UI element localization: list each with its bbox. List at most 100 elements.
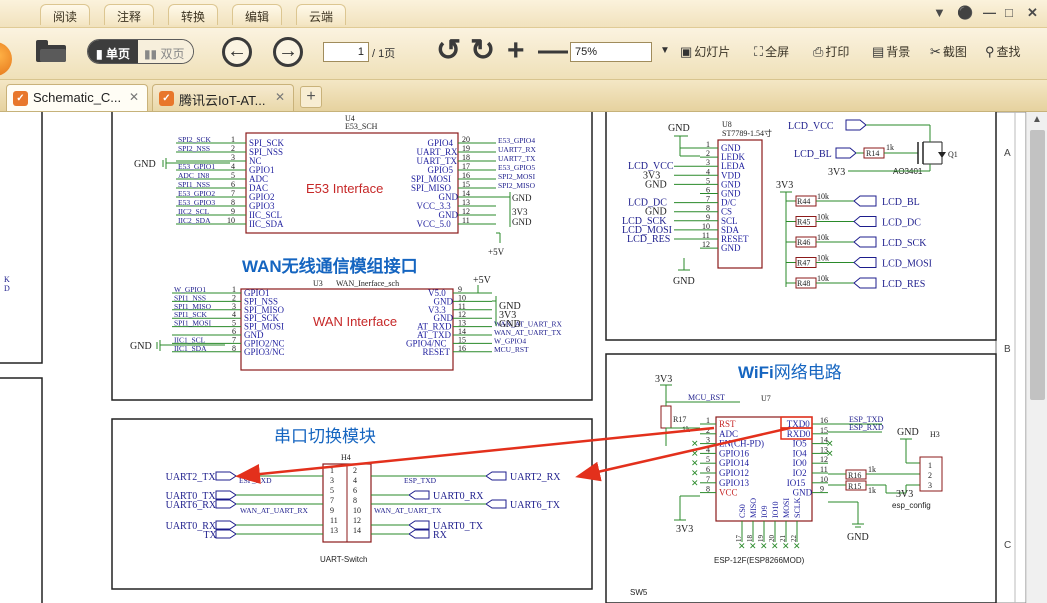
pin-number: 6: [231, 180, 235, 189]
esp-rxd-net: ESP_RXD: [849, 423, 884, 432]
zoom-select[interactable]: 75%: [570, 42, 652, 62]
net-label: ESP_RXD: [239, 476, 272, 485]
print-button[interactable]: ⎙ 打印: [813, 43, 849, 60]
double-page-button[interactable]: ▮▮ 双页: [137, 40, 193, 63]
slideshow-icon: ▣: [680, 44, 693, 59]
menu-convert[interactable]: 转换: [168, 4, 219, 25]
zoom-out-icon[interactable]: —: [538, 36, 568, 66]
pin-name: IO9: [760, 506, 769, 518]
no-connect-icon: ✕: [738, 541, 746, 551]
close-tab-icon[interactable]: ✕: [129, 90, 139, 104]
pin-name: IO0: [793, 458, 807, 468]
vertical-scrollbar[interactable]: ▲: [1026, 112, 1047, 603]
net-label: SPI2_MOSI: [498, 172, 536, 181]
pin-number: 3: [706, 158, 710, 167]
frame-letter-b: B: [1004, 344, 1011, 355]
port-label: LCD_SCK: [882, 238, 927, 249]
close-button[interactable]: ✕: [1027, 5, 1038, 21]
pin-number: 2: [353, 466, 357, 475]
pin-name: IO10: [771, 502, 780, 518]
close-tab-icon[interactable]: ✕: [275, 90, 285, 104]
pin-number: 6: [706, 186, 710, 195]
schematic-page: A B C K D U4 E53_SCH E53 Interface 1 SPI_…: [0, 112, 1026, 603]
no-connect-icon: ✕: [793, 541, 801, 551]
menu-read[interactable]: 阅读: [40, 4, 91, 25]
app-logo-icon[interactable]: [0, 42, 12, 76]
resistor-ref: R45: [797, 218, 810, 227]
menu-annotate[interactable]: 注释: [104, 4, 155, 25]
pin-number: 11: [462, 216, 470, 225]
open-folder-icon[interactable]: [36, 40, 66, 62]
left-partial-box: [0, 377, 43, 603]
net-label: SPI2_NSS: [178, 144, 210, 153]
pullup-supply: 3V3: [776, 180, 793, 191]
chevron-down-icon[interactable]: ▼: [660, 45, 670, 56]
net-label: WAN_AT_UART_TX: [374, 506, 442, 515]
port-symbol: [408, 529, 430, 539]
pin-name: IO4: [793, 448, 807, 458]
pullup-resistors: R44 10k LCD_BL R45 10k LCD_DC R46 10k LCD_SCK R47…: [786, 192, 932, 290]
document-view[interactable]: A B C K D U4 E53_SCH E53 Interface 1 SPI_…: [0, 112, 1026, 603]
background-label: 背景: [886, 45, 911, 59]
port-symbol: [853, 257, 877, 268]
single-page-button[interactable]: ▮ 单页: [88, 40, 138, 63]
net-label: E53_GPIO4: [498, 136, 535, 145]
scrollbar-thumb[interactable]: [1030, 130, 1045, 400]
r16-value: 1k: [868, 465, 876, 474]
zoom-in-icon[interactable]: +: [507, 36, 525, 66]
rotate-left-icon[interactable]: ↺: [436, 36, 461, 66]
net-label: GND: [499, 319, 521, 330]
next-page-button[interactable]: →: [273, 37, 303, 67]
tab-tencent-iot[interactable]: ✓ 腾讯云IoT-AT... ✕: [152, 84, 294, 111]
pin-number: 8: [232, 344, 236, 353]
pin-number: 10: [820, 475, 828, 484]
pin-number: 2: [231, 144, 235, 153]
pin-name: CS0: [738, 504, 747, 518]
u8-ref: U8: [722, 120, 732, 129]
port-symbol: [215, 520, 237, 530]
net-label: WAN_AT_UART_RX: [240, 506, 308, 515]
maximize-button[interactable]: □: [1005, 5, 1013, 20]
r14-ref: R14: [866, 149, 879, 158]
slideshow-button[interactable]: ▣ 幻灯片: [680, 43, 730, 60]
new-tab-button[interactable]: +: [300, 86, 322, 108]
pin-name: IO5: [793, 439, 807, 449]
pin-number: 16: [458, 344, 466, 353]
scroll-up-icon[interactable]: ▲: [1032, 114, 1042, 125]
menu-cloud[interactable]: 云端: [296, 4, 347, 25]
find-button[interactable]: ⚲ 查找: [985, 43, 1021, 60]
menu-edit[interactable]: 编辑: [232, 4, 283, 25]
pin-number: 1: [706, 416, 710, 425]
port-symbol: [408, 520, 430, 530]
pin-number: 11: [330, 516, 338, 525]
menu-icon[interactable]: ▼: [933, 5, 946, 20]
port-symbol: [215, 490, 237, 500]
net-label: SPI2_MISO: [498, 181, 536, 190]
pin-number: 16: [462, 171, 470, 180]
supply-3v3: 3V3: [828, 167, 845, 178]
rotate-right-icon[interactable]: ↻: [470, 36, 495, 66]
pin-number: 12: [820, 455, 828, 464]
background-button[interactable]: ▤ 背景: [872, 43, 910, 60]
r14-value: 1k: [886, 143, 894, 152]
no-connect-icon: ✕: [782, 541, 790, 551]
no-connect-icon: ✕: [691, 439, 699, 449]
pin-number: 9: [706, 213, 710, 222]
pin-number: 12: [702, 240, 710, 249]
page-number-input[interactable]: 1: [323, 42, 369, 62]
pin-number: 10: [702, 222, 710, 231]
previous-page-button[interactable]: ←: [222, 37, 252, 67]
pin-number: 9: [330, 506, 334, 515]
tab-schematic[interactable]: ✓ Schematic_C... ✕: [6, 84, 148, 111]
port-symbol: [408, 490, 430, 500]
h4-value: UART-Switch: [320, 555, 367, 564]
toolbar: ▮ 单页 ▮▮ 双页 ← → 1 / 1页 ↺ ↻ + — 75% ▼ ▣ 幻灯片…: [0, 28, 1047, 80]
wifi-supply: 3V3: [655, 374, 672, 385]
edge-label: K: [4, 275, 10, 284]
skin-icon[interactable]: ⚫: [957, 5, 973, 21]
minimize-button[interactable]: —: [983, 5, 996, 20]
screenshot-button[interactable]: ✂ 截图: [930, 43, 967, 60]
fullscreen-button[interactable]: ⛶ 全屏: [754, 43, 789, 60]
pin-number: 14: [462, 189, 470, 198]
uart-section-title: 串口切换模块: [274, 427, 376, 446]
